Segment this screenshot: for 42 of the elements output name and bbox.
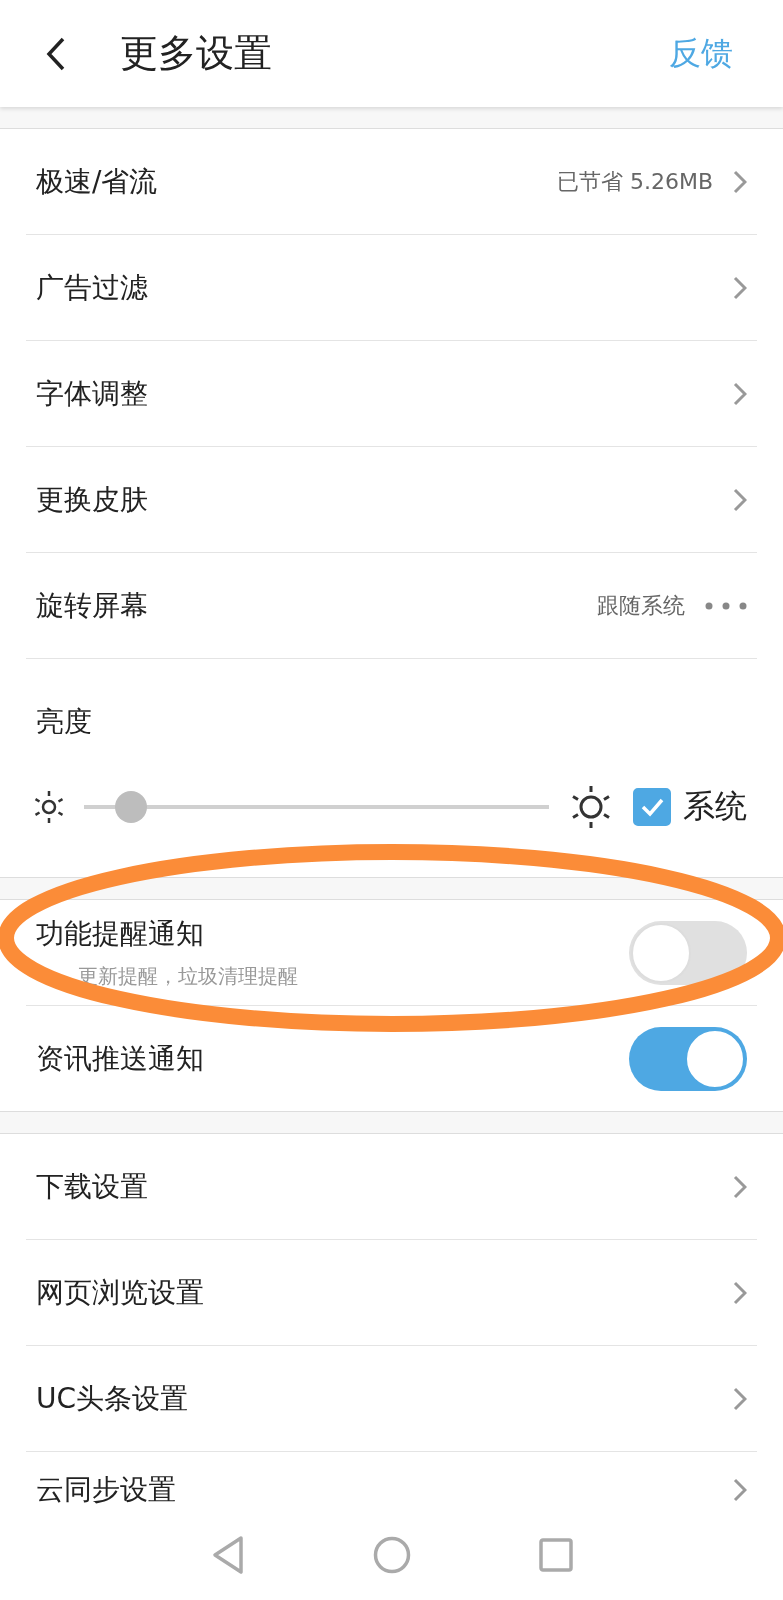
- settings-row[interactable]: 广告过滤: [26, 235, 757, 341]
- chevron-icon: [733, 275, 747, 300]
- more-icon[interactable]: [705, 601, 747, 610]
- back-icon[interactable]: [46, 36, 66, 71]
- page-title: 更多设置: [120, 30, 273, 77]
- sun-small-icon: [32, 790, 66, 824]
- settings-row[interactable]: 字体调整: [26, 341, 757, 447]
- row-label: 旋转屏幕: [36, 587, 149, 624]
- row-label: 亮度: [36, 704, 93, 740]
- chevron-icon: [733, 169, 747, 194]
- chevron-icon: [733, 1174, 747, 1199]
- checkbox-label: 系统: [683, 786, 747, 827]
- settings-row[interactable]: 更换皮肤: [26, 447, 757, 553]
- home-circle-icon[interactable]: [372, 1536, 411, 1574]
- row-label: 资讯推送通知: [36, 1040, 205, 1077]
- chevron-icon: [733, 1280, 747, 1305]
- settings-row[interactable]: 云同步设置: [26, 1452, 757, 1528]
- row-label: 极速/省流: [36, 163, 159, 200]
- settings-row[interactable]: 旋转屏幕 跟随系统: [26, 553, 757, 659]
- row-label: 功能提醒通知: [36, 916, 205, 952]
- row-label: 下载设置: [36, 1168, 149, 1205]
- back-triangle-icon[interactable]: [210, 1535, 245, 1575]
- settings-row[interactable]: 网页浏览设置: [26, 1240, 757, 1346]
- row-value: 跟随系统: [597, 591, 685, 620]
- row-label: 网页浏览设置: [36, 1274, 205, 1311]
- row-value: 已节省 5.26MB: [556, 167, 713, 196]
- settings-row[interactable]: UC头条设置: [26, 1346, 757, 1452]
- chevron-icon: [733, 1478, 747, 1502]
- settings-row[interactable]: 极速/省流 已节省 5.26MB: [26, 129, 757, 235]
- row-label: 云同步设置: [36, 1472, 177, 1508]
- chevron-icon: [733, 1386, 747, 1411]
- settings-row[interactable]: 下载设置: [26, 1134, 757, 1240]
- checkbox[interactable]: [633, 788, 671, 826]
- row-label: 广告过滤: [36, 269, 149, 306]
- chevron-icon: [733, 487, 747, 512]
- square-icon[interactable]: [538, 1538, 573, 1572]
- sun-large-icon: [569, 785, 613, 829]
- row-label: 更换皮肤: [36, 481, 149, 518]
- row-label: 字体调整: [36, 375, 149, 412]
- row-label: UC头条设置: [36, 1380, 190, 1417]
- chevron-icon: [733, 381, 747, 406]
- slider-thumb[interactable]: [114, 791, 147, 823]
